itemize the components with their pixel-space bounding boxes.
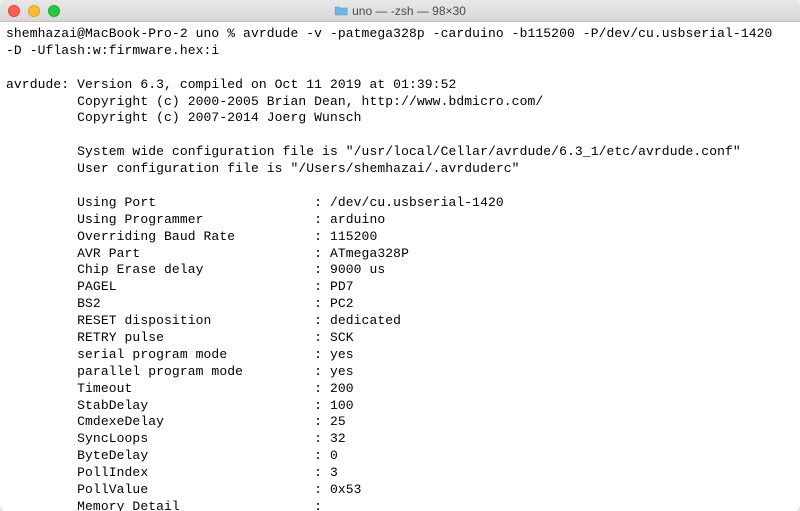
window-title: uno — -zsh — 98×30 xyxy=(334,4,466,18)
terminal-body[interactable]: shemhazai@MacBook-Pro-2 uno % avrdude -v… xyxy=(0,22,800,511)
maximize-icon[interactable] xyxy=(48,5,60,17)
window-title-text: uno — -zsh — 98×30 xyxy=(352,4,466,18)
minimize-icon[interactable] xyxy=(28,5,40,17)
close-icon[interactable] xyxy=(8,5,20,17)
titlebar[interactable]: uno — -zsh — 98×30 xyxy=(0,0,800,22)
terminal-window: uno — -zsh — 98×30 shemhazai@MacBook-Pro… xyxy=(0,0,800,511)
folder-icon xyxy=(334,5,348,16)
traffic-lights xyxy=(0,5,60,17)
